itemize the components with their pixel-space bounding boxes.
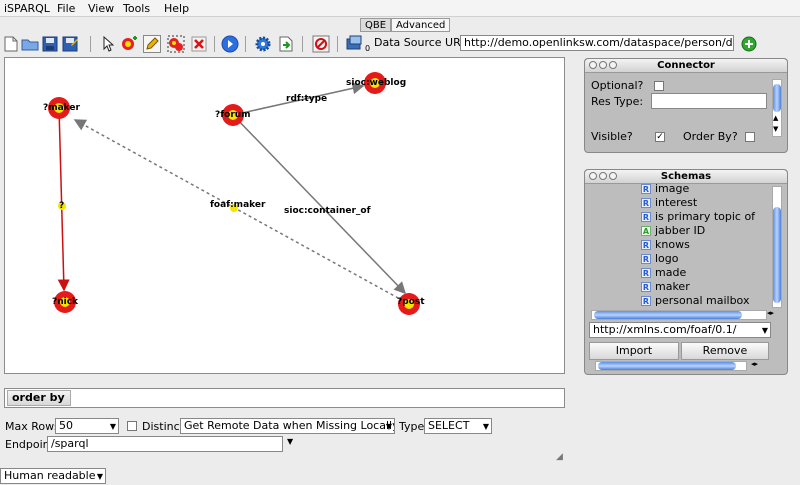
window-controls[interactable] (589, 61, 617, 69)
run-query-icon[interactable] (221, 35, 239, 52)
data-source-index: 0 (365, 44, 371, 53)
add-data-source-icon[interactable] (740, 35, 758, 52)
resource-icon: R (641, 267, 651, 278)
menu-view[interactable]: View (88, 2, 114, 15)
visible-label: Visible? (591, 130, 633, 143)
type-label: Type (399, 420, 425, 433)
menu-file[interactable]: File (57, 2, 75, 15)
schema-item[interactable]: Rpersonal mailbox (641, 294, 749, 307)
data-source-icon[interactable] (346, 35, 364, 52)
optional-checkbox[interactable] (654, 81, 664, 91)
new-file-icon[interactable] (2, 35, 20, 52)
node-label-foaf-maker: foaf:maker (210, 200, 266, 210)
schema-hscrollbar[interactable] (591, 310, 767, 320)
schema-uri-select[interactable]: http://xmlns.com/foaf/0.1/▼ (589, 322, 771, 338)
menu-app[interactable]: iSPARQL (4, 2, 50, 15)
resource-icon: R (641, 295, 651, 306)
import-button[interactable]: Import (589, 342, 679, 360)
dropdown-arrow-icon: ▼ (482, 422, 489, 431)
pointer-icon[interactable] (99, 35, 117, 52)
panel-hscrollbar[interactable] (595, 361, 747, 371)
distinct-checkbox[interactable] (127, 421, 137, 431)
pencil-icon[interactable] (143, 34, 161, 53)
distinct-label: Distinct (142, 420, 184, 433)
scroll-up-icon[interactable]: ▲ (773, 114, 778, 122)
group-nodes-icon[interactable] (167, 35, 185, 52)
connector-panel: Connector Optional? Res Type: Visible? ✓… (584, 58, 788, 153)
dropdown-arrow-icon: ▼ (761, 326, 768, 335)
order-by-bar[interactable]: order by (4, 388, 565, 408)
node-label-forum: ?forum (215, 110, 251, 120)
toolbar: 0 Data Source URI http://demo.openlinksw… (0, 32, 800, 54)
schema-item[interactable]: Rmaker (641, 280, 690, 293)
node-label-post: ?post (397, 297, 425, 307)
edge-maker-nick[interactable] (57, 107, 70, 292)
node-label-maker: ?maker (43, 103, 81, 113)
order-by-label: Order By? (683, 130, 738, 143)
add-node-icon[interactable] (120, 35, 138, 52)
tab-advanced[interactable]: Advanced (391, 18, 451, 32)
order-by-checkbox[interactable] (745, 132, 755, 142)
node-label-blank: ? (59, 201, 64, 211)
hscroll-arrows-icon[interactable]: ◂▸ (767, 309, 774, 317)
query-type-select[interactable]: SELECT ▼ (424, 418, 492, 434)
visible-checkbox[interactable]: ✓ (655, 132, 665, 142)
schemas-panel: Schemas Rimage Rinterest Ris primary top… (584, 169, 788, 375)
remote-data-select[interactable]: Get Remote Data when Missing Locally ▼ (180, 418, 395, 434)
schemas-title: Schemas (660, 171, 712, 182)
query-canvas[interactable]: ?maker ?forum sioc:weblog ? foaf:maker ?… (4, 57, 565, 374)
order-by-label: order by (7, 390, 71, 406)
clear-canvas-icon[interactable] (312, 35, 330, 52)
data-source-label: Data Source URI (374, 36, 464, 49)
edge-label-rdf-type: rdf:type (286, 94, 327, 104)
schema-item[interactable]: Rimage (641, 184, 689, 195)
dropdown-arrow-icon: ▼ (96, 472, 103, 481)
menu-tools[interactable]: Tools (123, 2, 150, 15)
save-icon[interactable] (41, 35, 59, 52)
schema-item[interactable]: Rlogo (641, 252, 679, 265)
node-label-sioc-weblog: sioc:weblog (346, 78, 406, 88)
resource-icon: R (641, 211, 651, 222)
resource-icon: R (641, 184, 651, 194)
hscroll-arrows-icon[interactable]: ◂▸ (751, 360, 758, 368)
data-source-input[interactable]: http://demo.openlinksw.com/dataspace/per… (460, 35, 734, 51)
max-rows-select[interactable]: 50 ▼ (55, 418, 119, 434)
schema-item[interactable]: Ajabber ID (641, 224, 705, 237)
dropdown-arrow-icon: ▼ (385, 422, 392, 431)
endpoint-dropdown-arrow-icon[interactable]: ▼ (287, 437, 293, 446)
attribute-icon: A (641, 225, 651, 236)
remove-button[interactable]: Remove (681, 342, 769, 360)
connector-title: Connector (657, 60, 715, 71)
schema-list: Rimage Rinterest Ris primary topic of Aj… (585, 184, 772, 308)
schema-item[interactable]: Rmade (641, 266, 686, 279)
open-folder-icon[interactable] (21, 35, 39, 52)
window-controls[interactable] (589, 172, 617, 180)
edge-label-container-of: sioc:container_of (284, 206, 371, 216)
scroll-down-icon[interactable]: ▼ (773, 125, 778, 133)
import-icon[interactable] (277, 35, 295, 52)
menu-help[interactable]: Help (164, 2, 189, 15)
delete-icon[interactable] (190, 35, 208, 52)
max-rows-label: Max Rows (5, 420, 60, 433)
node-label-nick: ?nick (52, 297, 79, 307)
res-type-label: Res Type: (591, 95, 644, 108)
resize-grip-icon[interactable]: ◢ (556, 452, 563, 462)
res-type-input[interactable] (651, 93, 767, 109)
menu-bar: iSPARQL File View Tools Help (0, 0, 800, 17)
optional-label: Optional? (591, 79, 644, 92)
resource-icon: R (641, 239, 651, 250)
resource-icon: R (641, 253, 651, 264)
output-format-select[interactable]: Human readable ▼ (0, 468, 106, 484)
schema-item[interactable]: Ris primary topic of (641, 210, 755, 223)
settings-gear-icon[interactable] (254, 35, 272, 52)
resource-icon: R (641, 281, 651, 292)
save-as-icon[interactable] (61, 35, 79, 52)
dropdown-arrow-icon: ▼ (109, 422, 116, 431)
schema-list-scrollbar[interactable] (772, 186, 782, 308)
schema-item[interactable]: Rknows (641, 238, 690, 251)
resource-icon: R (641, 197, 651, 208)
tab-qbe[interactable]: QBE (360, 18, 392, 32)
schema-item[interactable]: Rinterest (641, 196, 697, 209)
endpoint-input[interactable]: /sparql (47, 436, 283, 452)
